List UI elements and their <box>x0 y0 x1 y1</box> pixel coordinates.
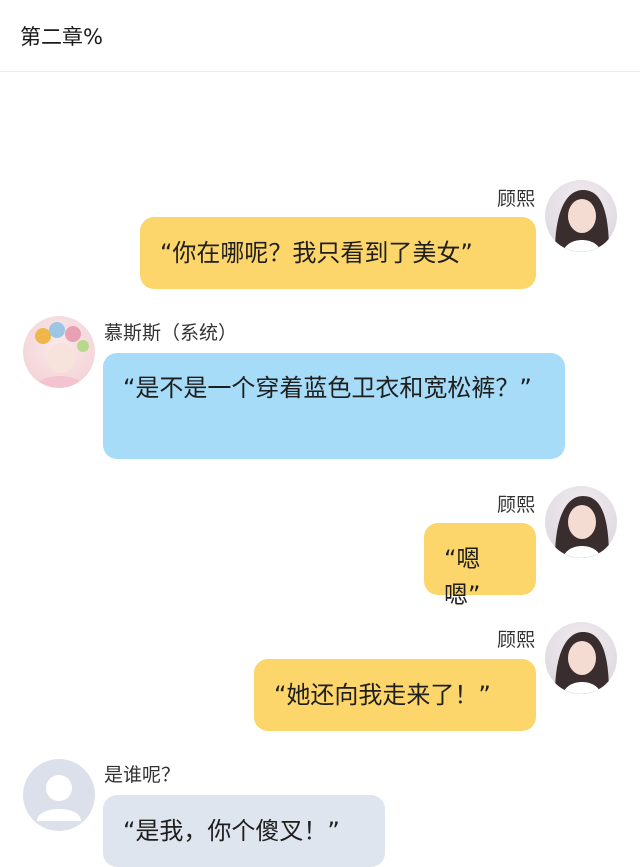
chapter-header: 第二章% <box>0 0 640 72</box>
sender-name: 慕斯斯（系统） <box>104 322 238 344</box>
message-bubble: “是不是一个穿着蓝色卫衣和宽松裤？” <box>103 353 565 459</box>
message-bubble: “她还向我走来了！” <box>254 659 536 731</box>
girl-avatar[interactable] <box>545 486 617 558</box>
message-bubble: “你在哪呢？我只看到了美女” <box>140 217 536 289</box>
girl-avatar[interactable] <box>545 622 617 694</box>
default-user-avatar[interactable] <box>23 759 95 831</box>
kid-avatar[interactable] <box>23 316 95 388</box>
chapter-title: 第二章% <box>20 24 103 49</box>
sender-name: 顾熙 <box>496 494 535 516</box>
message-bubble: “嗯嗯” <box>424 523 536 609</box>
sender-name: 顾熙 <box>496 629 535 651</box>
sender-name: 是谁呢？ <box>104 764 181 786</box>
message-bubble: “是我，你个傻叉！” <box>103 795 385 867</box>
sender-name: 顾熙 <box>496 188 535 210</box>
girl-avatar[interactable] <box>545 180 617 252</box>
